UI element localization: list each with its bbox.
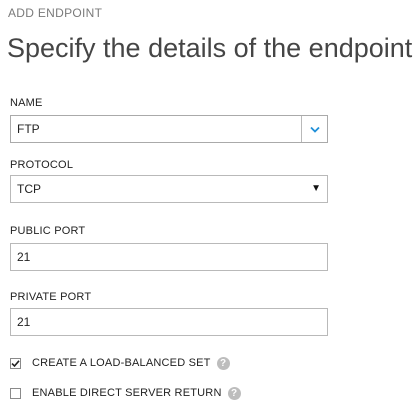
load-balanced-row: CREATE A LOAD-BALANCED SET ? <box>10 355 230 371</box>
page-title: Specify the details of the endpoint <box>7 33 413 63</box>
name-dropdown-button[interactable] <box>301 116 327 142</box>
chevron-down-icon <box>309 126 320 133</box>
add-endpoint-dialog: ADD ENDPOINT Specify the details of the … <box>0 0 419 414</box>
checkmark-icon <box>11 359 20 367</box>
name-combobox[interactable]: FTP <box>10 115 328 143</box>
help-icon[interactable]: ? <box>216 356 230 370</box>
help-icon[interactable]: ? <box>227 386 241 400</box>
name-label: NAME <box>10 97 43 109</box>
triangle-down-icon: ▼ <box>311 183 321 194</box>
direct-server-return-label[interactable]: ENABLE DIRECT SERVER RETURN <box>32 386 222 400</box>
load-balanced-label[interactable]: CREATE A LOAD-BALANCED SET <box>32 356 211 370</box>
public-port-value: 21 <box>17 250 31 264</box>
protocol-label: PROTOCOL <box>10 159 74 171</box>
public-port-input[interactable]: 21 <box>10 243 328 271</box>
protocol-value: TCP <box>17 182 41 196</box>
load-balanced-checkbox[interactable] <box>10 357 21 369</box>
protocol-select[interactable]: TCP ▼ <box>10 175 328 203</box>
direct-server-return-row: ENABLE DIRECT SERVER RETURN ? <box>10 385 241 401</box>
private-port-input[interactable]: 21 <box>10 308 328 336</box>
name-value: FTP <box>17 122 40 136</box>
private-port-value: 21 <box>17 315 31 329</box>
section-kicker: ADD ENDPOINT <box>8 6 103 20</box>
public-port-label: PUBLIC PORT <box>10 225 86 237</box>
private-port-label: PRIVATE PORT <box>10 291 92 303</box>
direct-server-return-checkbox[interactable] <box>10 387 21 399</box>
